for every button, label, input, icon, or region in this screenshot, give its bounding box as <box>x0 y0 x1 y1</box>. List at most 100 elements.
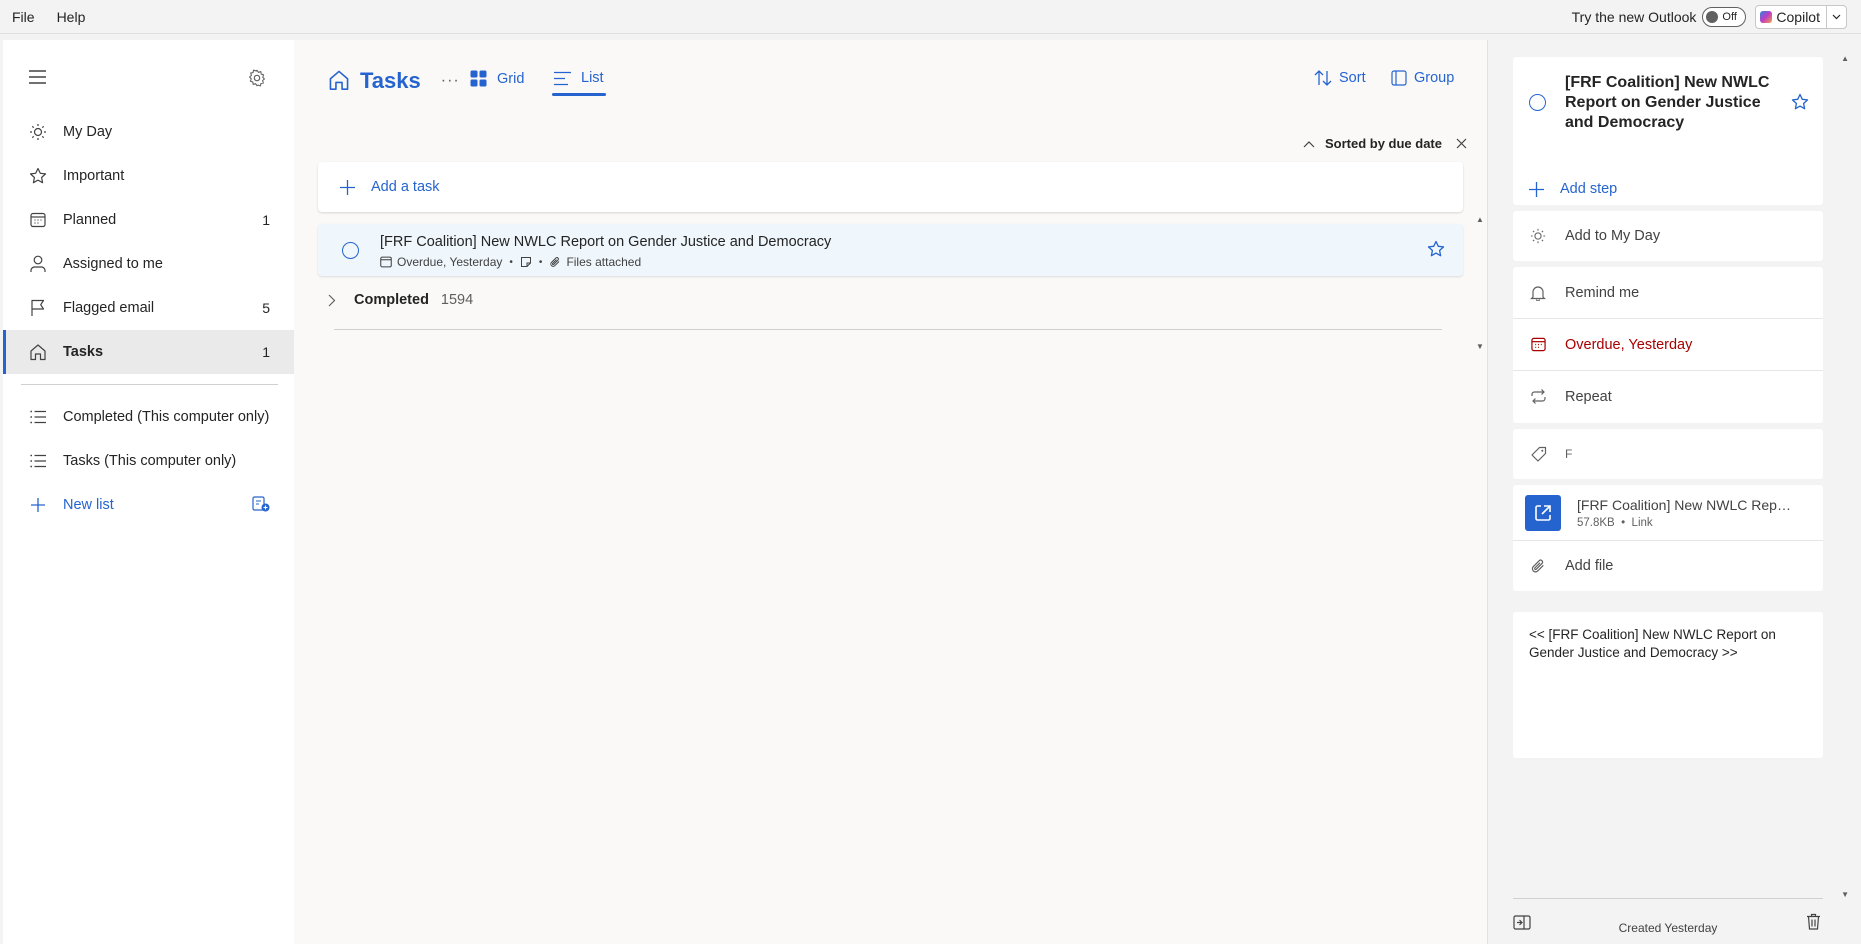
sidebar-list-tasks-local[interactable]: Tasks (This computer only) <box>3 439 294 483</box>
add-to-my-day-button[interactable]: Add to My Day <box>1513 211 1823 261</box>
calendar-icon <box>1529 336 1547 354</box>
group-icon <box>1391 70 1407 86</box>
gear-icon[interactable] <box>248 69 266 90</box>
add-task-input[interactable]: Add a task <box>318 162 1463 212</box>
sidebar-item-count: 1 <box>262 344 270 360</box>
group-button[interactable]: Group <box>1391 70 1454 86</box>
sidebar-item-label: Flagged email <box>63 300 155 316</box>
chevron-right-icon <box>328 294 336 307</box>
attachment-type: Link <box>1631 516 1653 529</box>
copilot-button[interactable]: Copilot <box>1755 4 1847 29</box>
note-text: << [FRF Coalition] New NWLC Report on Ge… <box>1529 627 1776 660</box>
toggle-state-label: Off <box>1722 10 1737 23</box>
task-title: [FRF Coalition] New NWLC Report on Gende… <box>380 234 832 250</box>
home-icon <box>328 69 350 94</box>
help-menu[interactable]: Help <box>57 9 86 25</box>
chevron-up-icon[interactable] <box>1303 140 1315 148</box>
trash-icon[interactable] <box>1806 913 1821 930</box>
paperclip-icon <box>1529 557 1547 575</box>
sidebar-item-tasks[interactable]: Tasks 1 <box>3 330 294 374</box>
sidebar-divider <box>21 384 278 385</box>
task-complete-checkbox[interactable] <box>342 242 359 259</box>
scroll-up-arrow[interactable]: ▲ <box>1841 54 1849 63</box>
try-new-outlook-label: Try the new Outlook <box>1571 8 1697 25</box>
completed-divider <box>334 329 1442 330</box>
task-files: Files attached <box>566 255 642 269</box>
paperclip-icon <box>549 256 561 268</box>
new-outlook-toggle[interactable]: Off <box>1702 6 1747 27</box>
close-icon[interactable] <box>1456 138 1467 149</box>
repeat-label: Repeat <box>1565 388 1612 405</box>
new-list-label: New list <box>63 497 114 513</box>
sidebar-item-count: 1 <box>262 212 270 228</box>
attachment-name: [FRF Coalition] New NWLC Report on Gende… <box>1577 496 1797 513</box>
note-icon <box>520 256 532 268</box>
remind-me-label: Remind me <box>1565 284 1640 301</box>
category-placeholder: F <box>1565 447 1573 461</box>
tab-grid[interactable]: Grid <box>470 70 524 87</box>
sidebar-item-label: Important <box>63 168 125 184</box>
plus-icon <box>1529 181 1544 197</box>
sidebar-item-flagged-email[interactable]: Flagged email 5 <box>3 286 294 330</box>
remind-me-button[interactable]: Remind me <box>1513 267 1823 318</box>
sort-button[interactable]: Sort <box>1314 70 1366 86</box>
main-pane: Tasks ··· Grid List Sort Group Sorted by… <box>294 40 1487 944</box>
new-list-button[interactable]: New list <box>3 483 294 527</box>
tag-icon <box>1529 445 1547 463</box>
attachment-item[interactable]: [FRF Coalition] New NWLC Report on Gende… <box>1513 485 1823 540</box>
task-due: Overdue, Yesterday <box>397 255 503 269</box>
sidebar-item-important[interactable]: Important <box>3 154 294 198</box>
detail-title[interactable]: [FRF Coalition] New NWLC Report on Gende… <box>1565 73 1775 133</box>
list-icon <box>29 452 47 470</box>
more-options-icon[interactable]: ··· <box>441 72 460 90</box>
plus-icon <box>340 179 355 195</box>
person-icon <box>29 255 47 273</box>
attachments-card: [FRF Coalition] New NWLC Report on Gende… <box>1513 485 1823 591</box>
completed-label: Completed <box>354 292 429 308</box>
tab-list[interactable]: List <box>552 70 606 96</box>
attachment-meta: 57.8KB • Link <box>1577 516 1653 529</box>
flag-icon <box>29 299 47 317</box>
completed-group-header[interactable]: Completed 1594 <box>328 292 473 308</box>
plus-icon <box>29 496 47 514</box>
due-date-button[interactable]: Overdue, Yesterday <box>1513 319 1823 370</box>
attachment-info: [FRF Coalition] New NWLC Report on Gende… <box>1577 497 1797 529</box>
sidebar-item-my-day[interactable]: My Day <box>3 110 294 154</box>
task-complete-checkbox[interactable] <box>1529 94 1546 111</box>
category-input[interactable]: F <box>1513 429 1823 479</box>
hamburger-menu-icon[interactable] <box>29 70 46 87</box>
tab-label: List <box>581 70 604 86</box>
add-file-button[interactable]: Add file <box>1513 541 1823 591</box>
sidebar-item-label: Tasks <box>63 344 104 360</box>
sort-label: Sort <box>1339 70 1366 86</box>
chevron-down-icon[interactable] <box>1826 5 1846 28</box>
sidebar-item-assigned-to-me[interactable]: Assigned to me <box>3 242 294 286</box>
scroll-up-arrow[interactable]: ▲ <box>1476 215 1484 224</box>
note-field[interactable]: << [FRF Coalition] New NWLC Report on Ge… <box>1513 612 1823 758</box>
calendar-icon <box>29 211 47 229</box>
sidebar-list-label: Completed (This computer only) <box>63 409 270 425</box>
home-icon <box>29 343 47 361</box>
sidebar-list-label: Tasks (This computer only) <box>63 453 237 469</box>
sidebar-item-label: Assigned to me <box>63 256 163 272</box>
detail-title-card: [FRF Coalition] New NWLC Report on Gende… <box>1513 57 1823 205</box>
repeat-button[interactable]: Repeat <box>1513 371 1823 422</box>
copilot-label-wrap[interactable]: Copilot <box>1756 9 1826 25</box>
scroll-down-arrow[interactable]: ▼ <box>1841 890 1849 899</box>
star-icon[interactable] <box>1791 93 1809 114</box>
sidebar-item-planned[interactable]: Planned 1 <box>3 198 294 242</box>
task-row[interactable]: [FRF Coalition] New NWLC Report on Gende… <box>318 224 1463 276</box>
add-step-button[interactable]: Add step <box>1529 181 1617 197</box>
sidebar-item-label: My Day <box>63 124 113 140</box>
add-step-label: Add step <box>1560 181 1618 197</box>
attachment-size: 57.8KB <box>1577 516 1615 529</box>
star-icon[interactable] <box>1427 240 1445 261</box>
scroll-down-arrow[interactable]: ▼ <box>1476 342 1484 351</box>
due-date-label: Overdue, Yesterday <box>1565 336 1693 353</box>
file-menu[interactable]: File <box>12 9 35 25</box>
tab-label: Grid <box>497 70 525 87</box>
new-group-icon[interactable] <box>252 495 270 515</box>
sidebar-list-completed[interactable]: Completed (This computer only) <box>3 395 294 439</box>
list-view-icon <box>554 71 571 86</box>
bell-icon <box>1529 284 1547 302</box>
